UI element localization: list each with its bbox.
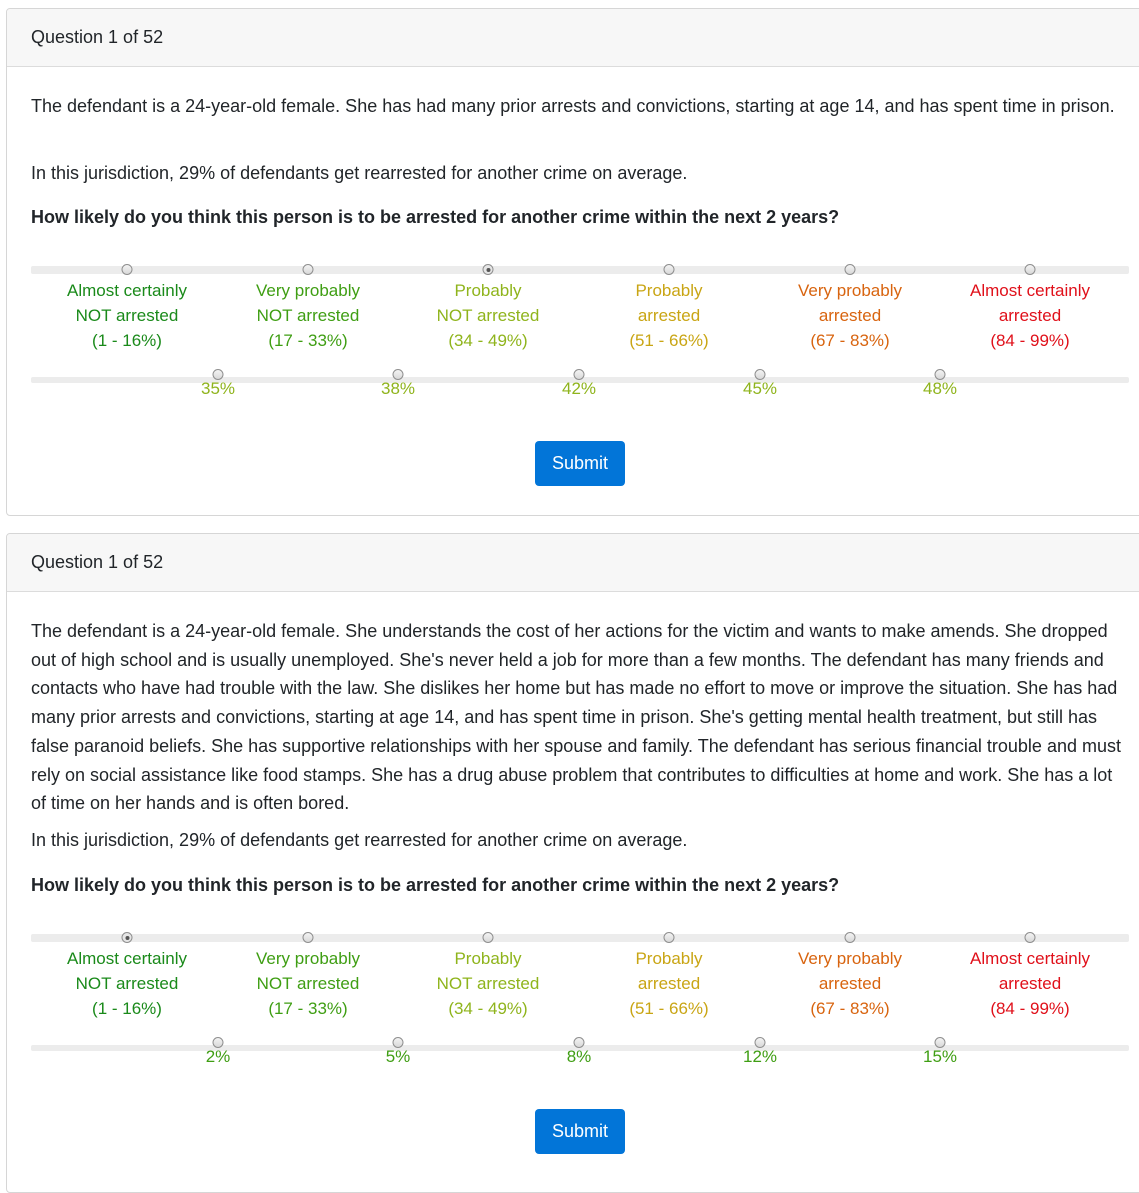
category-label-line: NOT arrested bbox=[436, 974, 540, 993]
category-label: Almost certainly NOT arrested (1 - 16%) bbox=[37, 278, 217, 353]
category-label-line: (84 - 99%) bbox=[990, 999, 1070, 1018]
base-rate-text: In this jurisdiction, 29% of defendants … bbox=[31, 163, 688, 183]
category-label: Probably NOT arrested (34 - 49%) bbox=[398, 278, 578, 353]
category-label-line: Very probably bbox=[798, 949, 902, 968]
category-label: Probably NOT arrested (34 - 49%) bbox=[398, 946, 578, 1021]
category-radio[interactable] bbox=[302, 264, 314, 275]
category-radio[interactable] bbox=[663, 264, 675, 275]
category-label-line: Almost certainly bbox=[67, 281, 187, 300]
category-label: Very probably arrested (67 - 83%) bbox=[760, 278, 940, 353]
category-label-line: Very probably bbox=[256, 949, 360, 968]
fine-option-label: 5% bbox=[385, 1047, 411, 1066]
category-radio[interactable] bbox=[844, 932, 856, 943]
category-label: Almost certainly arrested (84 - 99%) bbox=[940, 278, 1120, 353]
category-radio[interactable] bbox=[302, 932, 314, 943]
question-header: Question 1 of 52 bbox=[7, 9, 1139, 67]
question-card-1: Question 1 of 52 The defendant is a 24-y… bbox=[6, 8, 1139, 516]
fine-option-label: 35% bbox=[200, 379, 236, 398]
category-label-line: Almost certainly bbox=[970, 949, 1090, 968]
likelihood-scale: Almost certainly NOT arrested (1 - 16%) Ver… bbox=[31, 932, 1129, 1094]
category-label: Almost certainly NOT arrested (1 - 16%) bbox=[37, 946, 217, 1021]
fine-option-label: 38% bbox=[380, 379, 416, 398]
fine-option-label: 8% bbox=[566, 1047, 592, 1066]
category-label: Very probably NOT arrested (17 - 33%) bbox=[218, 278, 398, 353]
category-label-line: arrested bbox=[637, 306, 701, 325]
category-label-line: (84 - 99%) bbox=[990, 331, 1070, 350]
category-label-line: (1 - 16%) bbox=[92, 999, 162, 1018]
category-radio[interactable] bbox=[482, 264, 494, 275]
category-label: Probably arrested (51 - 66%) bbox=[579, 946, 759, 1021]
fine-option-label: 12% bbox=[742, 1047, 778, 1066]
category-label-line: (17 - 33%) bbox=[268, 331, 348, 350]
category-label-line: NOT arrested bbox=[75, 306, 179, 325]
submit-button[interactable]: Submit bbox=[535, 1109, 625, 1154]
category-radio[interactable] bbox=[1024, 264, 1036, 275]
category-label-line: Very probably bbox=[256, 281, 360, 300]
category-label-line: (34 - 49%) bbox=[448, 331, 528, 350]
category-radio[interactable] bbox=[1024, 932, 1036, 943]
category-label: Very probably arrested (67 - 83%) bbox=[760, 946, 940, 1021]
category-label-line: (51 - 66%) bbox=[629, 999, 709, 1018]
fine-option-label: 42% bbox=[561, 379, 597, 398]
category-label-line: (51 - 66%) bbox=[629, 331, 709, 350]
question-text: How likely do you think this person is t… bbox=[31, 875, 840, 895]
category-label-line: arrested bbox=[818, 306, 882, 325]
category-label-line: arrested bbox=[637, 974, 701, 993]
category-track bbox=[31, 934, 1129, 942]
category-label-line: Very probably bbox=[798, 281, 902, 300]
fine-option-label: 15% bbox=[922, 1047, 958, 1066]
defendant-description: The defendant is a 24-year-old female. S… bbox=[31, 621, 1121, 814]
category-label-line: Almost certainly bbox=[970, 281, 1090, 300]
category-radio[interactable] bbox=[663, 932, 675, 943]
category-radio[interactable] bbox=[482, 932, 494, 943]
category-radio[interactable] bbox=[121, 932, 133, 943]
likelihood-scale: Almost certainly NOT arrested (1 - 16%) Ver… bbox=[31, 264, 1129, 426]
category-label-line: arrested bbox=[818, 974, 882, 993]
category-label-line: arrested bbox=[998, 974, 1062, 993]
category-label: Probably arrested (51 - 66%) bbox=[579, 278, 759, 353]
category-label-line: (34 - 49%) bbox=[448, 999, 528, 1018]
category-label-line: NOT arrested bbox=[436, 306, 540, 325]
category-label: Very probably NOT arrested (17 - 33%) bbox=[218, 946, 398, 1021]
category-label-line: arrested bbox=[998, 306, 1062, 325]
category-radio[interactable] bbox=[121, 264, 133, 275]
category-label-line: (67 - 83%) bbox=[810, 331, 890, 350]
category-label-line: (1 - 16%) bbox=[92, 331, 162, 350]
category-label-line: NOT arrested bbox=[256, 306, 360, 325]
question-card-2: Question 1 of 52 The defendant is a 24-y… bbox=[6, 533, 1139, 1193]
category-label-line: (17 - 33%) bbox=[268, 999, 348, 1018]
category-label-line: NOT arrested bbox=[256, 974, 360, 993]
question-text: How likely do you think this person is t… bbox=[31, 207, 840, 227]
fine-option-label: 2% bbox=[205, 1047, 231, 1066]
question-header: Question 1 of 52 bbox=[7, 534, 1139, 592]
category-label-line: Probably bbox=[635, 281, 703, 300]
category-track bbox=[31, 266, 1129, 274]
submit-button[interactable]: Submit bbox=[535, 441, 625, 486]
defendant-description: The defendant is a 24-year-old female. S… bbox=[31, 96, 1115, 116]
category-radio[interactable] bbox=[844, 264, 856, 275]
category-label-line: (67 - 83%) bbox=[810, 999, 890, 1018]
category-label-line: Probably bbox=[454, 949, 522, 968]
category-label-line: Almost certainly bbox=[67, 949, 187, 968]
fine-option-label: 48% bbox=[922, 379, 958, 398]
base-rate-text: In this jurisdiction, 29% of defendants … bbox=[31, 830, 688, 850]
category-label-line: Probably bbox=[635, 949, 703, 968]
category-label: Almost certainly arrested (84 - 99%) bbox=[940, 946, 1120, 1021]
category-label-line: NOT arrested bbox=[75, 974, 179, 993]
category-label-line: Probably bbox=[454, 281, 522, 300]
fine-option-label: 45% bbox=[742, 379, 778, 398]
